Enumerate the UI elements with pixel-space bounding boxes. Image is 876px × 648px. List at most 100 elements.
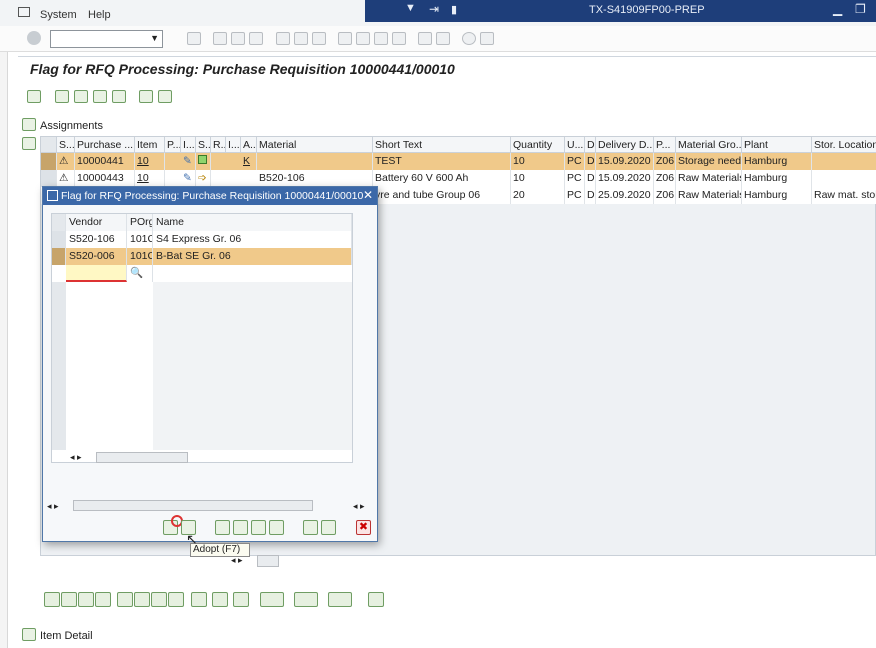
vgrid-scroll-arrows[interactable]: ◂ ▸ — [70, 452, 82, 463]
popup-scroll-left-icon[interactable]: ◂ ▸ — [47, 501, 59, 512]
dropdown-arrow-icon[interactable]: ▼ — [405, 2, 416, 14]
shortcut-icon[interactable] — [436, 32, 450, 45]
new-vendor-input[interactable] — [66, 265, 127, 282]
command-field[interactable]: ▼ — [50, 30, 163, 48]
col-header[interactable]: Quantity — [511, 137, 565, 153]
delete-icon[interactable] — [328, 592, 352, 607]
overview-icon[interactable] — [61, 592, 77, 607]
item-detail-expand-icon[interactable] — [22, 628, 36, 641]
export-icon[interactable] — [260, 592, 284, 607]
col-header[interactable]: Item — [135, 137, 165, 153]
select-all-icon[interactable] — [215, 520, 230, 535]
exit-icon[interactable] — [231, 32, 245, 45]
cell-vendor[interactable]: S520-006 — [66, 248, 127, 265]
col-header[interactable]: S... — [196, 137, 211, 153]
deselect-all-icon[interactable] — [269, 520, 284, 535]
new-session-icon[interactable] — [418, 32, 432, 45]
edit-icon[interactable] — [191, 592, 207, 607]
table-row[interactable]: ⚠ 10000443 10 ✎ ➩ B520-106 Battery 60 V … — [41, 170, 876, 187]
details-icon[interactable] — [303, 520, 318, 535]
cell-item-link[interactable]: 10 — [135, 153, 165, 170]
layout-icon[interactable] — [294, 592, 318, 607]
filter-delete-icon[interactable] — [168, 592, 184, 607]
enter-icon[interactable] — [27, 31, 41, 45]
vgrid-scrollbar[interactable] — [96, 452, 188, 463]
col-header[interactable]: Material — [257, 137, 373, 153]
col-header[interactable]: S... — [57, 137, 75, 153]
last-page-icon[interactable] — [392, 32, 406, 45]
edit-pencil-icon[interactable]: ✎ — [181, 170, 196, 187]
layout-icon[interactable] — [480, 32, 494, 45]
row-selector[interactable] — [52, 231, 66, 248]
col-header[interactable]: Material Gro... — [676, 137, 742, 153]
first-page-icon[interactable] — [338, 32, 352, 45]
undo-icon[interactable] — [212, 592, 228, 607]
col-header[interactable]: Short Text — [373, 137, 511, 153]
row-selector[interactable] — [41, 170, 57, 187]
edit-pencil-icon[interactable]: ✎ — [181, 153, 196, 170]
popup-scroll-right-icon[interactable]: ◂ ▸ — [353, 501, 365, 512]
col-header-name[interactable]: Name — [153, 214, 352, 231]
search-help-icon[interactable]: 🔍 — [127, 265, 153, 282]
cell-porg[interactable]: 101C — [127, 231, 153, 248]
col-header[interactable]: I... — [181, 137, 196, 153]
deselect-icon[interactable] — [251, 520, 266, 535]
popup-scrollbar[interactable] — [73, 500, 313, 511]
col-header[interactable]: P... — [165, 137, 181, 153]
deselect-icon[interactable] — [93, 90, 107, 103]
cancel-x-icon[interactable]: ✖ — [356, 520, 371, 535]
grid-corner[interactable] — [52, 214, 66, 231]
menu-system[interactable]: System — [40, 9, 77, 21]
filter-icon[interactable] — [158, 90, 172, 103]
print-preview-icon[interactable] — [368, 592, 384, 607]
window-menu-icon[interactable] — [18, 7, 30, 17]
item-detail-icon[interactable] — [44, 592, 60, 607]
col-header[interactable]: Purchase ... — [75, 137, 135, 153]
deselect-all-icon[interactable] — [112, 90, 126, 103]
assignments-icon[interactable] — [22, 118, 36, 131]
col-header[interactable]: P... — [654, 137, 676, 153]
filter-icon[interactable] — [321, 520, 336, 535]
find-next-icon[interactable] — [312, 32, 326, 45]
select-block-icon[interactable] — [233, 520, 248, 535]
col-header[interactable]: I... — [226, 137, 241, 153]
new-document-icon[interactable] — [27, 90, 41, 103]
chevron-down-icon[interactable]: ▼ — [150, 33, 159, 43]
menu-help[interactable]: Help — [88, 9, 111, 21]
help-icon[interactable] — [462, 32, 476, 45]
assignments-expand-icon[interactable] — [22, 137, 36, 150]
sort-ascending-icon[interactable] — [117, 592, 133, 607]
row-selector[interactable] — [52, 248, 66, 265]
col-header[interactable]: Plant — [742, 137, 812, 153]
col-header[interactable]: A... — [241, 137, 257, 153]
cell-vendor[interactable]: S520-106 — [66, 231, 127, 248]
col-header[interactable]: D — [585, 137, 596, 153]
col-header[interactable]: Delivery D... — [596, 137, 654, 153]
print-icon[interactable] — [276, 32, 290, 45]
col-header[interactable]: R... — [211, 137, 226, 153]
popup-window-icon[interactable] — [47, 190, 58, 201]
minimize-icon[interactable]: ▁ — [833, 2, 842, 16]
select-all-icon[interactable] — [55, 90, 69, 103]
document-icon[interactable] — [95, 592, 111, 607]
vendor-grid[interactable]: Vendor POrg Name S520-106 101C S4 Expres… — [51, 213, 353, 463]
cell-item-link[interactable]: 10 — [135, 170, 165, 187]
refresh-icon[interactable] — [233, 592, 249, 607]
next-page-icon[interactable] — [374, 32, 388, 45]
list-icon[interactable] — [78, 592, 94, 607]
filter-set-icon[interactable] — [151, 592, 167, 607]
cell-acct[interactable]: K — [241, 153, 257, 170]
col-header-porg[interactable]: POrg — [127, 214, 153, 231]
find-icon[interactable] — [294, 32, 308, 45]
grid-corner[interactable] — [41, 137, 57, 153]
previous-page-icon[interactable] — [356, 32, 370, 45]
sort-descending-icon[interactable] — [134, 592, 150, 607]
close-icon[interactable]: ✕ — [363, 188, 373, 202]
back-icon[interactable] — [213, 32, 227, 45]
pin-icon[interactable]: ⇥ — [429, 2, 439, 16]
restore-icon[interactable]: ❐ — [855, 2, 866, 16]
cell-porg[interactable]: 101C — [127, 248, 153, 265]
table-row[interactable]: ⚠ 10000441 10 ✎ K TEST 10 PC D 15.09.202… — [41, 153, 876, 170]
col-header[interactable]: U... — [565, 137, 585, 153]
row-selector[interactable] — [41, 153, 57, 170]
